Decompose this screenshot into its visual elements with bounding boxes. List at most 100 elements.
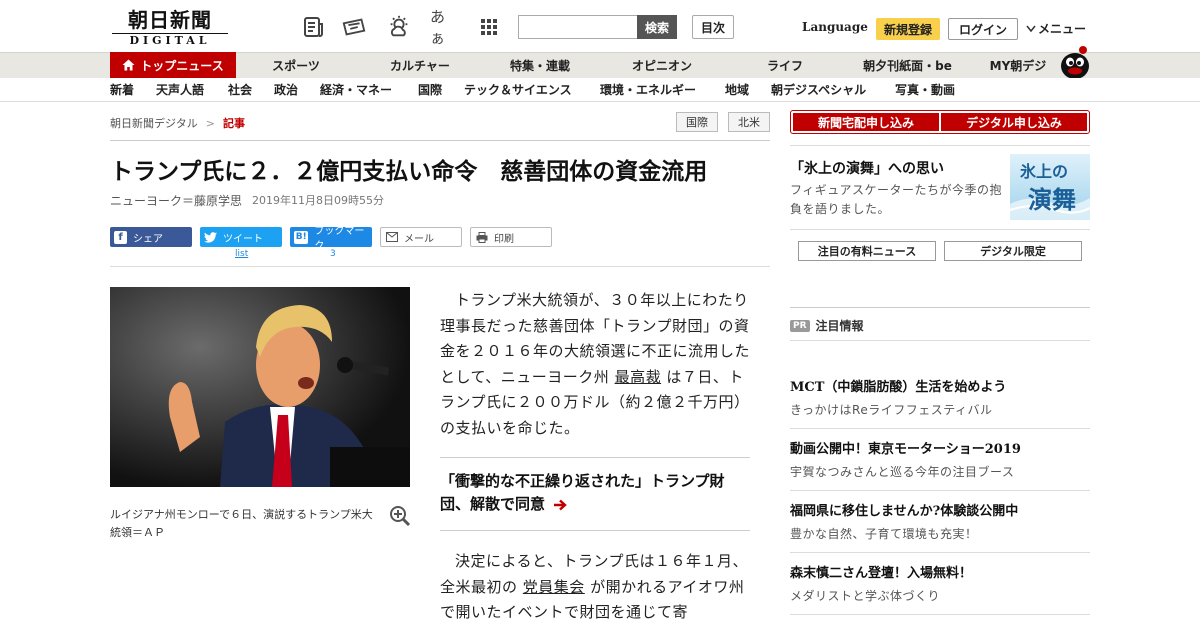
mascot-icon[interactable] — [1058, 44, 1092, 80]
search-button[interactable]: 検索 — [637, 15, 677, 39]
hatena-count[interactable]: 3 — [330, 249, 336, 259]
tab-paid-news[interactable]: 注目の有料ニュース — [798, 241, 936, 261]
pr-item[interactable]: 動画公開中！東京モーターショー2019 宇賀なつみさんと巡る今年の注目ブース — [790, 441, 1090, 481]
nav-sports[interactable]: スポーツ — [246, 53, 346, 78]
pr-item-title: 福岡県に移住しませんか?体験談公開中 — [790, 504, 1019, 519]
nav-my-asadigi[interactable]: MY朝デジ — [980, 53, 1056, 78]
pr-item-subtitle: メダリストと学ぶ体づくり — [790, 589, 941, 603]
article-photo[interactable] — [110, 287, 410, 487]
nav2-environment[interactable]: 環境・エネルギー — [600, 78, 696, 101]
caucus-link[interactable]: 党員集会 — [523, 578, 585, 596]
pr-item-subtitle: 豊かな自然、子育て環境も充実！ — [790, 527, 978, 541]
pr-item-title: MCT（中鎖脂肪酸）生活を始めよう — [790, 380, 1007, 395]
feature-title[interactable]: 「氷上の演舞」への思い — [790, 158, 944, 178]
printer-icon — [475, 231, 488, 244]
zoom-in-icon[interactable] — [388, 504, 412, 528]
nav-life[interactable]: ライフ — [735, 53, 835, 78]
supreme-court-link[interactable]: 最高裁 — [615, 368, 662, 386]
pr-item-title: 動画公開中！東京モーターショー2019 — [790, 442, 1021, 457]
nav2-economy[interactable]: 経済・マネー — [320, 78, 392, 101]
nav-features[interactable]: 特集・連載 — [490, 53, 590, 78]
nav2-special[interactable]: 朝デジスペシャル — [771, 78, 866, 101]
nav2-tensei[interactable]: 天声人語 — [156, 78, 204, 101]
mail-icon — [385, 231, 398, 244]
weather-icon[interactable] — [386, 14, 412, 40]
pr-badge: PR — [790, 319, 810, 332]
divider — [790, 552, 1090, 553]
share-label: シェア — [133, 233, 163, 245]
mail-share-button[interactable]: メール — [380, 227, 462, 247]
breadcrumb: 朝日新聞デジタル > 記事 — [110, 115, 245, 131]
digital-subscribe-button[interactable]: デジタル申し込み — [941, 113, 1087, 131]
nav-opinion[interactable]: オピニオン — [612, 53, 712, 78]
pr-item[interactable]: MCT（中鎖脂肪酸）生活を始めよう きっかけはReライフフェスティバル — [790, 379, 1090, 419]
divider — [110, 266, 770, 267]
article-byline: ニューヨーク＝藤原学思 2019年11月8日09時55分 — [110, 192, 384, 209]
divider — [790, 229, 1090, 230]
secondary-nav: 新着 天声人語 社会 政治 経済・マネー 国際 テック＆サイエンス 環境・エネル… — [0, 78, 1200, 102]
divider — [790, 614, 1090, 615]
nav-paper[interactable]: 朝夕刊紙面・be — [850, 53, 965, 78]
share-label: 印刷 — [494, 233, 514, 245]
pr-item[interactable]: 福岡県に移住しませんか?体験談公開中 豊かな自然、子育て環境も充実！ — [790, 503, 1090, 543]
nav2-latest[interactable]: 新着 — [110, 78, 134, 101]
print-button[interactable]: 印刷 — [470, 227, 552, 247]
twitter-share-button[interactable]: ツイート — [200, 227, 282, 247]
share-label: ツイート — [223, 233, 263, 245]
article-headline: トランプ氏に２．２億円支払い命令 慈善団体の資金流用 — [110, 158, 708, 185]
search-input[interactable] — [518, 15, 638, 39]
grid-icon[interactable] — [476, 14, 502, 40]
delivery-icon[interactable] — [341, 14, 367, 40]
menu-button[interactable]: メニュー — [1026, 20, 1086, 37]
nav2-politics[interactable]: 政治 — [274, 78, 298, 101]
facebook-share-button[interactable]: f シェア — [110, 227, 192, 247]
nav2-society[interactable]: 社会 — [228, 78, 252, 101]
article-date: 2019年11月8日09時55分 — [252, 194, 384, 207]
tag-international[interactable]: 国際 — [676, 112, 718, 132]
tab-digital-only[interactable]: デジタル限定 — [944, 241, 1082, 261]
article-paragraph: 決定によると、トランプ氏は１６年１月、全米最初の 党員集会 が開かれるアイオワ州… — [440, 549, 750, 626]
nav2-photo-video[interactable]: 写真・動画 — [895, 78, 955, 101]
tag-north-america[interactable]: 北米 — [728, 112, 770, 132]
hatena-bookmark-button[interactable]: B! ブックマーク — [290, 226, 372, 252]
arrow-right-icon — [554, 499, 567, 510]
related-article-title: 「衝撃的な不正繰り返された」トランプ財団、解散で同意 — [440, 472, 725, 513]
divider — [790, 145, 1090, 146]
nav-culture[interactable]: カルチャー — [370, 53, 470, 78]
photo-caption: ルイジアナ州モンローで６日、演説するトランプ米大統領＝ＡＰ — [110, 508, 373, 539]
register-button[interactable]: 新規登録 — [876, 18, 940, 40]
newspaper-icon[interactable] — [301, 14, 327, 40]
nav2-international[interactable]: 国際 — [418, 78, 442, 101]
related-article[interactable]: 「衝撃的な不正繰り返された」トランプ財団、解散で同意 — [440, 457, 750, 531]
nav2-local[interactable]: 地域 — [725, 78, 749, 101]
share-label: メール — [404, 233, 434, 245]
paper-subscribe-button[interactable]: 新聞宅配申し込み — [793, 113, 939, 131]
primary-nav: トップニュース スポーツ カルチャー 特集・連載 オピニオン ライフ 朝夕刊紙面… — [0, 52, 1200, 78]
toc-button[interactable]: 目次 — [692, 15, 734, 39]
facebook-icon: f — [114, 230, 127, 244]
pr-item-title: 森末慎二さん登壇！入場無料！ — [790, 566, 973, 581]
divider — [110, 140, 770, 141]
language-link[interactable]: Language — [802, 20, 868, 34]
logo-english: DIGITAL — [112, 33, 228, 47]
chevron-down-icon — [1026, 25, 1036, 32]
subscribe-box: 新聞宅配申し込み デジタル申し込み — [790, 110, 1090, 134]
menu-label: メニュー — [1038, 22, 1087, 36]
pr-item[interactable]: 森末慎二さん登壇！入場無料！ メダリストと学ぶ体づくり — [790, 565, 1090, 605]
divider — [790, 307, 1090, 308]
pr-heading-label: 注目情報 — [815, 319, 864, 333]
nav-top-news[interactable]: トップニュース — [110, 52, 236, 78]
nav2-tech[interactable]: テック＆サイエンス — [464, 78, 572, 101]
login-button[interactable]: ログイン — [948, 18, 1018, 40]
font-size-icon[interactable]: あぁ — [430, 8, 456, 47]
pr-item-subtitle: きっかけはReライフフェスティバル — [790, 403, 993, 417]
breadcrumb-home[interactable]: 朝日新聞デジタル — [110, 115, 198, 131]
breadcrumb-current: 記事 — [223, 117, 245, 130]
feature-thumbnail[interactable]: 氷上の 演舞 — [1010, 154, 1090, 220]
pr-item-subtitle: 宇賀なつみさんと巡る今年の注目ブース — [790, 465, 1015, 479]
breadcrumb-separator: > — [205, 116, 215, 130]
pr-heading: PR 注目情報 — [790, 317, 864, 334]
divider — [790, 428, 1090, 429]
site-logo[interactable]: 朝日新聞 DIGITAL — [112, 8, 228, 48]
twitter-list-link[interactable]: list — [235, 249, 248, 259]
